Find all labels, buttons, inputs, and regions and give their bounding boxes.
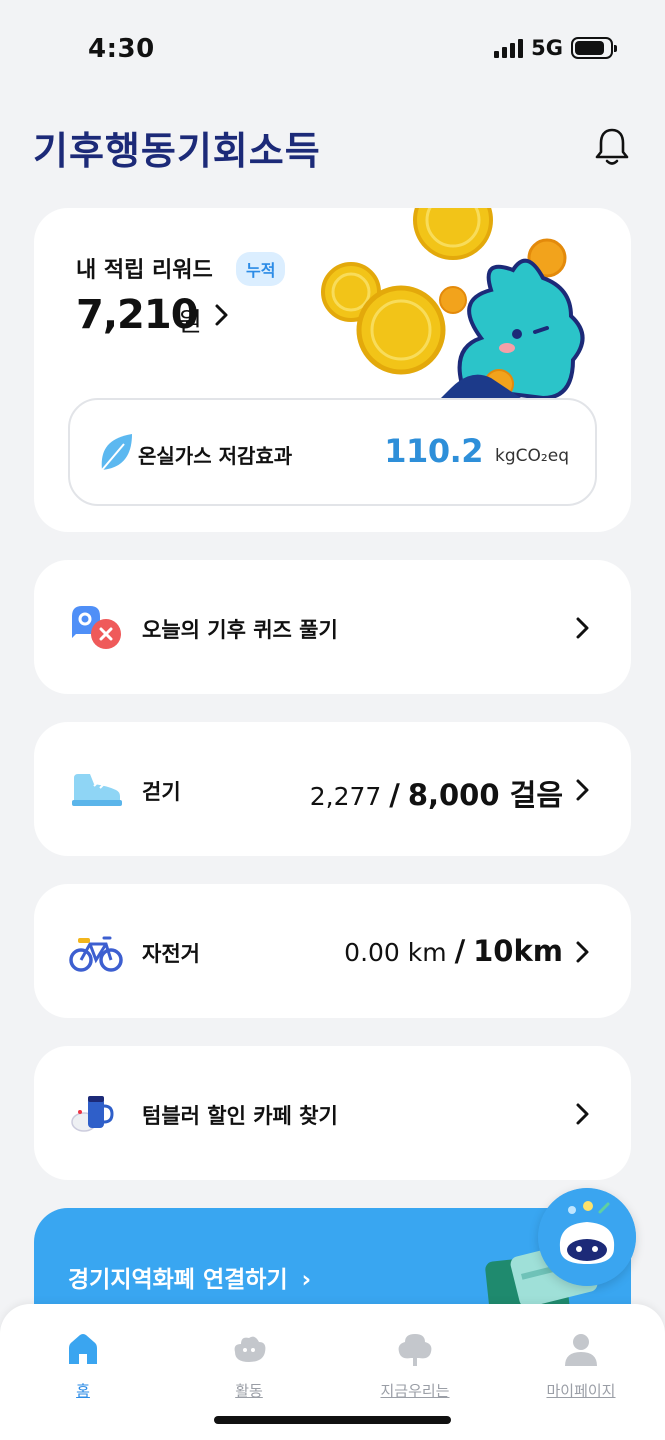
- bicycle-current: 0.00 km: [344, 938, 447, 967]
- status-time: 4:30: [88, 34, 155, 64]
- nav-mypage[interactable]: 마이페이지: [521, 1330, 641, 1401]
- cumulative-badge: 누적: [236, 252, 286, 286]
- ghg-unit: kgCO₂eq: [495, 446, 569, 466]
- local-currency-label: 경기지역화폐 연결하기 ›: [68, 1260, 311, 1294]
- activity-icon: [234, 1336, 266, 1362]
- bicycle-target: 10km: [473, 934, 563, 968]
- chevron-right-icon: [576, 779, 589, 801]
- walking-row[interactable]: 걷기 2,277 / 8,000 걸음: [34, 722, 631, 856]
- status-indicators: 5G: [494, 36, 617, 60]
- bell-icon[interactable]: [592, 126, 632, 168]
- bicycle-label: 자전거: [142, 942, 200, 966]
- chevron-right-icon: ›: [301, 1267, 312, 1293]
- ghg-reduction-box[interactable]: 온실가스 저감효과 110.2 kgCO₂eq: [68, 398, 597, 506]
- walking-target: 8,000 걸음: [407, 778, 563, 812]
- nav-activity-label: 활동: [235, 1382, 263, 1400]
- battery-level: [575, 41, 604, 55]
- walking-label: 걷기: [142, 780, 181, 804]
- chevron-right-icon: [576, 1103, 589, 1125]
- ghg-label: 온실가스 저감효과: [138, 444, 293, 468]
- nav-home-label: 홈: [76, 1382, 90, 1400]
- separator: /: [454, 934, 466, 968]
- tumbler-row[interactable]: 텀블러 할인 카페 찾기: [34, 1046, 631, 1180]
- chevron-right-icon: [576, 617, 589, 639]
- network-label: 5G: [531, 36, 563, 60]
- reward-card[interactable]: 내 적립 리워드 누적 7,210 원 온실가스 저감효과 110.2 kgCO…: [34, 208, 631, 532]
- nav-now-label: 지금우리는: [380, 1382, 450, 1400]
- bicycle-progress: 0.00 km / 10km: [344, 934, 563, 968]
- walking-current: 2,277: [309, 782, 382, 811]
- nav-activity[interactable]: 활동: [189, 1330, 309, 1401]
- bicycle-icon: [69, 936, 123, 972]
- nav-home[interactable]: 홈: [23, 1330, 143, 1401]
- chevron-right-icon: [576, 941, 589, 963]
- ghg-value: 110.2: [384, 432, 483, 470]
- battery-icon: [571, 37, 617, 59]
- nav-mypage-label: 마이페이지: [546, 1382, 616, 1400]
- quiz-label: 오늘의 기후 퀴즈 풀기: [142, 618, 338, 642]
- mascot-chat-button[interactable]: [538, 1188, 636, 1286]
- app-logo: 기후행동기회소득: [33, 129, 321, 173]
- user-icon: [565, 1334, 597, 1366]
- quiz-row[interactable]: 오늘의 기후 퀴즈 풀기: [34, 560, 631, 694]
- signal-icon: [494, 38, 524, 58]
- walking-progress: 2,277 / 8,000 걸음: [310, 772, 563, 814]
- nav-now[interactable]: 지금우리는: [355, 1330, 475, 1401]
- status-bar: 4:30 5G: [0, 0, 665, 100]
- tumbler-icon: [71, 1096, 114, 1132]
- reward-unit: 원: [178, 308, 202, 338]
- tree-icon: [398, 1334, 432, 1366]
- mascot-coins-illustration: [321, 208, 585, 398]
- tumbler-label: 텀블러 할인 카페 찾기: [142, 1104, 338, 1128]
- separator: /: [389, 778, 400, 812]
- shoe-icon: [72, 774, 122, 806]
- leaf-icon: [101, 434, 132, 471]
- home-indicator: [214, 1416, 451, 1424]
- chevron-right-icon[interactable]: [212, 301, 232, 329]
- bicycle-row[interactable]: 자전거 0.00 km / 10km: [34, 884, 631, 1018]
- local-currency-text: 경기지역화폐 연결하기: [68, 1267, 288, 1293]
- reward-title: 내 적립 리워드: [76, 258, 213, 283]
- home-icon: [69, 1334, 97, 1364]
- quiz-icon: [72, 606, 121, 649]
